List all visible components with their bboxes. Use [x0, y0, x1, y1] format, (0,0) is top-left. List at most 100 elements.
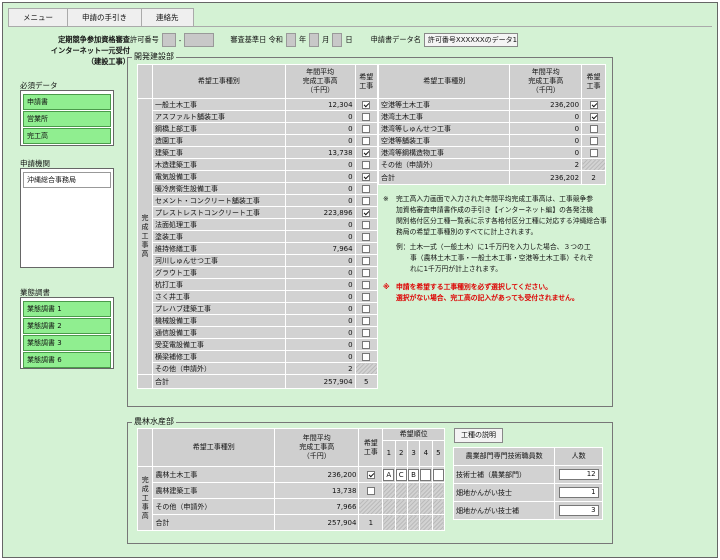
base-day-field[interactable]	[332, 33, 343, 47]
priority-field[interactable]	[420, 468, 432, 481]
table-row: 暖冷房衛生設備工事 0	[138, 182, 379, 195]
sidebar-item-completion[interactable]: 完工高	[23, 128, 111, 144]
work-type: 港湾等鋼構造物工事	[377, 146, 511, 159]
hope-checkbox[interactable]	[589, 124, 598, 133]
priority-field[interactable]: A	[383, 468, 395, 481]
work-type: 暖冷房衛生設備工事	[152, 182, 286, 195]
hope-checkbox[interactable]	[362, 352, 371, 361]
hope-checkbox[interactable]	[362, 124, 371, 133]
table-row: 杭打工事 0	[138, 278, 379, 291]
hope-checkbox[interactable]	[362, 340, 371, 349]
app-title: 定期競争参加資格審査 インターネット一元受付 （建設工事）	[50, 35, 130, 66]
col-hope-right: 希望 工事	[581, 64, 606, 99]
sidebar-item-office[interactable]: 営業所	[23, 111, 111, 127]
header-fields: 許可番号 - 審査基準日 令和 年 月 日 申請書データ名 許可番号XXXXXX…	[130, 32, 518, 48]
table-row: 機械設備工事 0	[138, 314, 379, 327]
work-type: 杭打工事	[152, 278, 286, 291]
work-type: 通信設備工事	[152, 326, 286, 339]
hope-checkbox[interactable]	[366, 486, 375, 495]
hope-checkbox[interactable]	[366, 470, 375, 479]
table-row: 横梁補修工事 0	[138, 350, 379, 363]
hope-checkbox[interactable]	[362, 172, 371, 181]
hope-checkbox[interactable]	[362, 304, 371, 313]
col-amount: 年間平均 完成工事高 （千円）	[284, 64, 356, 99]
explain-types-button[interactable]: 工種の説明	[454, 428, 503, 443]
dataname-label: 申請書データ名	[370, 35, 421, 44]
amount: 236,200	[509, 98, 583, 111]
table-row: 港湾土木工事 0	[377, 110, 606, 123]
note-1: 完工高入力画面で入力された年間平均完成工事高は、工事競争参 加資格審査申請書作成…	[396, 195, 607, 236]
base-date-label: 審査基準日 令和	[230, 35, 283, 44]
hope-checkbox[interactable]	[362, 184, 371, 193]
amount: 0	[509, 122, 583, 135]
sidebar-item-survey-1[interactable]: 業態調書 1	[23, 301, 111, 317]
sidebar-item-application[interactable]: 申請書	[23, 94, 111, 110]
total-row: 合計 257,904 1	[138, 514, 446, 531]
permit-prefix-field[interactable]	[161, 33, 176, 47]
hope-checkbox[interactable]	[362, 148, 371, 157]
table-row: 鋼橋上部工事 0	[138, 122, 379, 135]
table-row: その他（申請外） 7,966	[138, 498, 446, 515]
hope-checkbox[interactable]	[362, 112, 371, 121]
permit-label: 許可番号	[130, 35, 159, 44]
prio-header: 希望順位	[382, 428, 445, 441]
amount: 12,304	[284, 98, 356, 111]
priority-field[interactable]	[432, 468, 444, 481]
hope-checkbox[interactable]	[362, 292, 371, 301]
amount: 0	[284, 218, 356, 231]
nav-guide[interactable]: 申請の手引き	[68, 8, 142, 26]
hope-checkbox[interactable]	[362, 100, 371, 109]
col-amount-right: 年間平均 完成工事高 （千円）	[509, 64, 583, 99]
priority-field[interactable]: B	[408, 468, 420, 481]
hope-checkbox[interactable]	[362, 196, 371, 205]
staff-count-input[interactable]: 12	[558, 469, 599, 480]
kaihatsu-left-table: 希望工事種別 年間平均 完成工事高 （千円） 希望 工事 完成工事高 一般土木工事…	[137, 64, 379, 389]
col-type: 希望工事種別	[152, 64, 286, 99]
vertical-label: 完成工事高	[137, 98, 153, 375]
staff-row: 技術士補（農業部門） 12	[452, 465, 603, 484]
nourin-col-hope: 希望 工事	[358, 428, 384, 467]
staff-table: 農業部門専門技術職員数 人数 技術士補（農業部門） 12 畑地かんがい技士 1 畑地かん…	[452, 447, 603, 520]
sidebar-item-survey-3[interactable]: 業態調書 3	[23, 335, 111, 351]
col-hope: 希望 工事	[354, 64, 379, 99]
hope-checkbox[interactable]	[362, 280, 371, 289]
hope-checkbox[interactable]	[589, 112, 598, 121]
staff-count-input[interactable]: 3	[558, 505, 599, 516]
hope-checkbox[interactable]	[362, 316, 371, 325]
base-year-field[interactable]	[285, 33, 296, 47]
hope-checkbox[interactable]	[362, 160, 371, 169]
nav-menu[interactable]: メニュー	[8, 8, 68, 26]
hope-checkbox[interactable]	[362, 136, 371, 145]
sidebar-item-survey-2[interactable]: 業態調書 2	[23, 318, 111, 334]
amount: 0	[284, 338, 356, 351]
note-mark-1: ※	[383, 195, 389, 203]
hope-checkbox[interactable]	[362, 232, 371, 241]
hope-checkbox[interactable]	[362, 268, 371, 277]
top-navigation: メニュー 申請の手引き 連絡先	[8, 8, 194, 26]
nav-contact[interactable]: 連絡先	[142, 8, 194, 26]
agency-item[interactable]: 沖縄総合事務局	[23, 172, 111, 188]
work-type: プレストレストコンクリート工事	[152, 206, 286, 219]
hope-checkbox[interactable]	[362, 328, 371, 337]
permit-number-field[interactable]	[184, 33, 215, 47]
hope-checkbox[interactable]	[362, 208, 371, 217]
amount: 0	[284, 110, 356, 123]
staff-row: 畑地かんがい技士補 3	[452, 501, 603, 520]
hope-checkbox[interactable]	[589, 136, 598, 145]
priority-field[interactable]: C	[395, 468, 407, 481]
table-row: アスファルト舗装工事 0	[138, 110, 379, 123]
total-row: 合計 236,202 2	[377, 170, 606, 185]
work-type: 空港等土木工事	[377, 98, 511, 111]
base-month-field[interactable]	[309, 33, 320, 47]
table-row: 港湾等しゅんせつ工事 0	[377, 122, 606, 135]
staff-col-type: 農業部門専門技術職員数	[452, 447, 556, 466]
hope-checkbox[interactable]	[589, 100, 598, 109]
hope-checkbox[interactable]	[362, 244, 371, 253]
sidebar-item-survey-6[interactable]: 業態調書 6	[23, 352, 111, 368]
dataname-field[interactable]: 許可番号XXXXXXのデータ1	[423, 33, 518, 47]
hope-checkbox[interactable]	[589, 148, 598, 157]
hope-checkbox[interactable]	[362, 220, 371, 229]
staff-count-input[interactable]: 1	[558, 487, 599, 498]
work-type: 塗装工事	[152, 230, 286, 243]
hope-checkbox[interactable]	[362, 256, 371, 265]
